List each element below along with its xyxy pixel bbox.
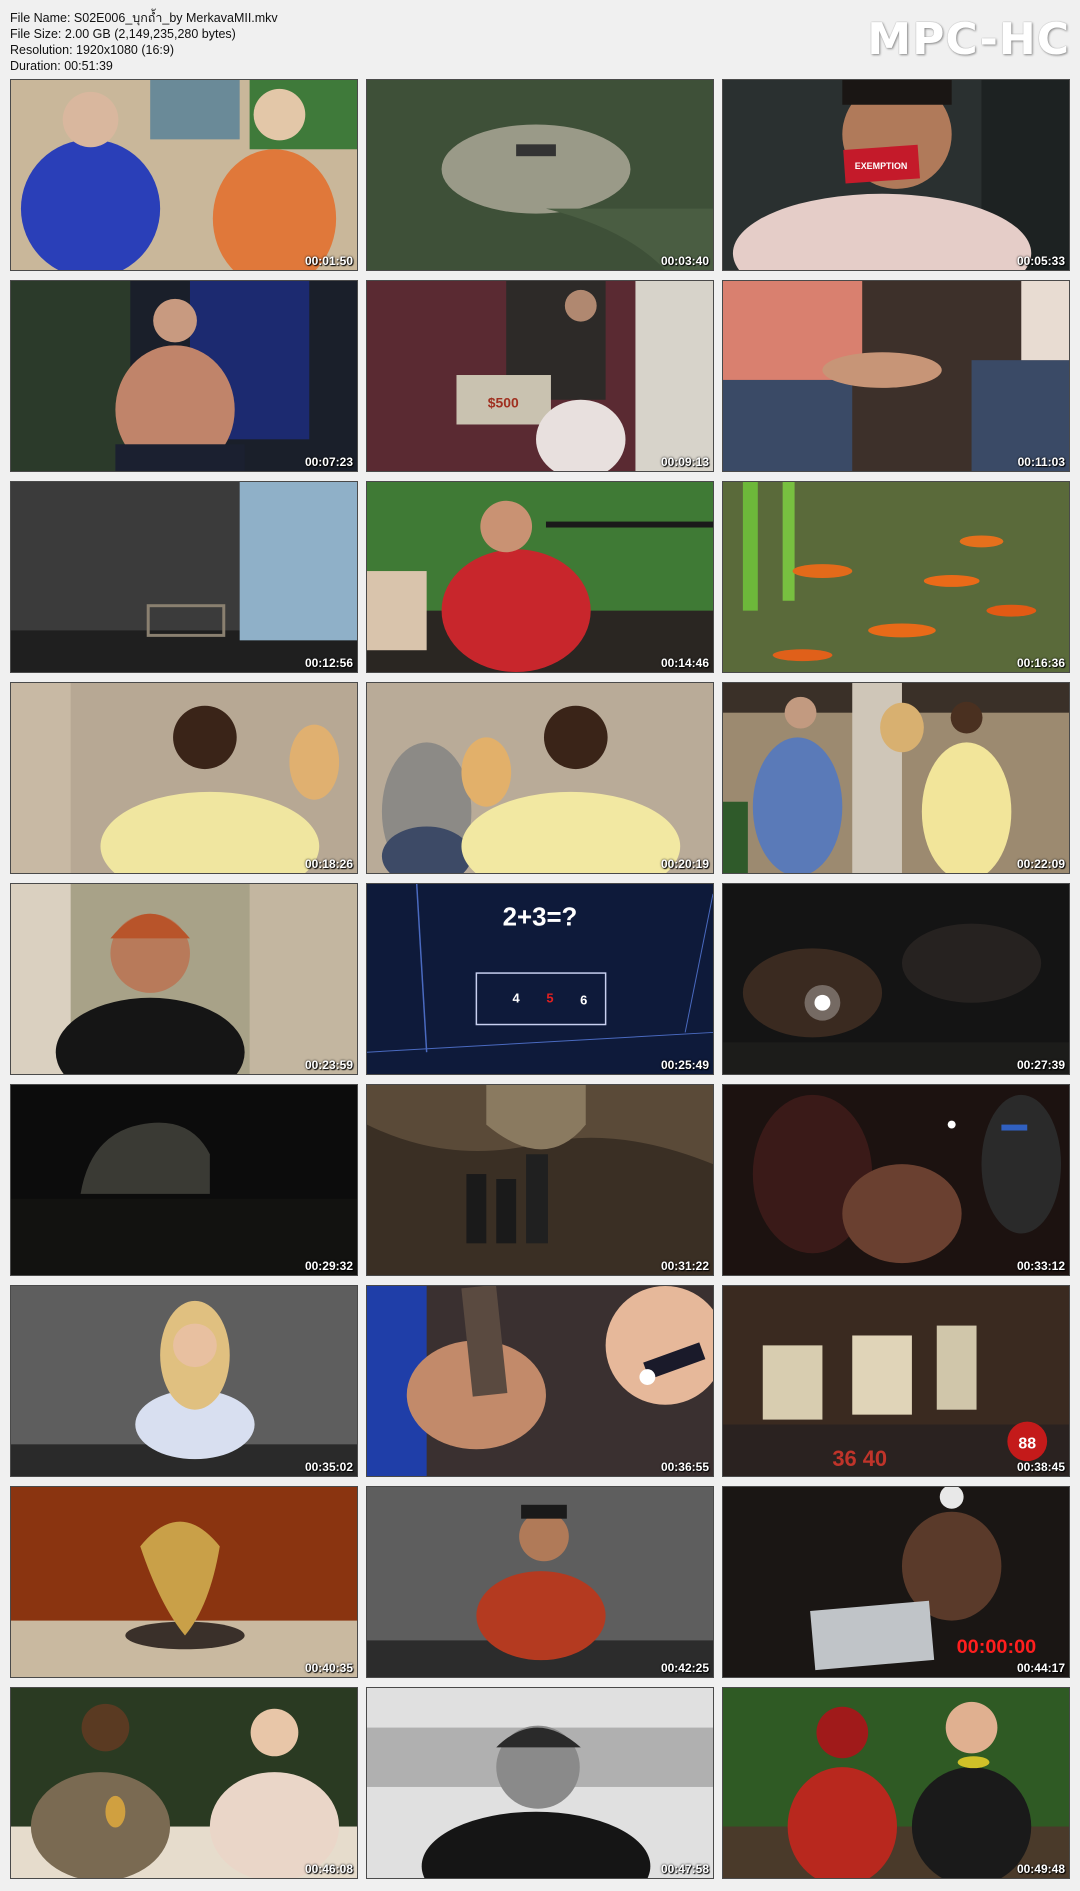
thumbnail-26[interactable]: 00:47:58 bbox=[366, 1687, 714, 1879]
timer-badge: 88 bbox=[1018, 1435, 1036, 1452]
thumbnail-11[interactable]: 00:20:19 bbox=[366, 682, 714, 874]
timestamp: 00:09:13 bbox=[660, 455, 709, 469]
thumbnail-13[interactable]: 00:23:59 bbox=[10, 883, 358, 1075]
timestamp: 00:33:12 bbox=[1016, 1259, 1065, 1273]
timestamp: 00:23:59 bbox=[304, 1058, 353, 1072]
puzzle-text: 2+3=? bbox=[503, 904, 578, 932]
thumbnail-27[interactable]: 00:49:48 bbox=[722, 1687, 1070, 1879]
timestamp: 00:14:46 bbox=[660, 656, 709, 670]
timestamp: 00:11:03 bbox=[1017, 455, 1065, 469]
thumbnail-23[interactable]: 00:42:25 bbox=[366, 1486, 714, 1678]
timestamp: 00:31:22 bbox=[660, 1259, 709, 1273]
thumbnail-1[interactable]: 00:01:50 bbox=[10, 79, 358, 271]
timestamp: 00:07:23 bbox=[304, 455, 353, 469]
thumbnail-3[interactable]: EXEMPTION 00:05:33 bbox=[722, 79, 1070, 271]
timestamp: 00:27:39 bbox=[1016, 1058, 1065, 1072]
timestamp: 00:46:08 bbox=[304, 1862, 353, 1876]
thumbnail-2[interactable]: 00:03:40 bbox=[366, 79, 714, 271]
thumbnail-22[interactable]: 00:40:35 bbox=[10, 1486, 358, 1678]
timestamp: 00:20:19 bbox=[660, 857, 709, 871]
timestamp: 00:47:58 bbox=[660, 1862, 709, 1876]
thumbnail-6[interactable]: 00:11:03 bbox=[722, 280, 1070, 472]
timestamp: 00:29:32 bbox=[304, 1259, 353, 1273]
countdown-text: 00:00:00 bbox=[957, 1636, 1037, 1658]
thumbnail-24[interactable]: 00:00:00 00:44:17 bbox=[722, 1486, 1070, 1678]
timestamp: 00:44:17 bbox=[1016, 1661, 1065, 1675]
timestamp: 00:42:25 bbox=[660, 1661, 709, 1675]
thumbnail-9[interactable]: 00:16:36 bbox=[722, 481, 1070, 673]
timestamp: 00:12:56 bbox=[304, 656, 353, 670]
timestamp: 00:35:02 bbox=[304, 1460, 353, 1474]
timestamp: 00:16:36 bbox=[1016, 656, 1065, 670]
thumbnail-8[interactable]: 00:14:46 bbox=[366, 481, 714, 673]
thumbnail-21[interactable]: 36 40 88 00:38:45 bbox=[722, 1285, 1070, 1477]
thumbnail-10[interactable]: 00:18:26 bbox=[10, 682, 358, 874]
timestamp: 00:40:35 bbox=[304, 1661, 353, 1675]
timestamp: 00:25:49 bbox=[660, 1058, 709, 1072]
thumbnail-17[interactable]: 00:31:22 bbox=[366, 1084, 714, 1276]
engraved-numbers: 36 40 bbox=[832, 1446, 887, 1471]
timestamp: 00:18:26 bbox=[304, 857, 353, 871]
price-text: $500 bbox=[488, 395, 519, 411]
timestamp: 00:01:50 bbox=[304, 254, 353, 268]
thumbnail-20[interactable]: 00:36:55 bbox=[366, 1285, 714, 1477]
thumbnail-12[interactable]: 00:22:09 bbox=[722, 682, 1070, 874]
thumbnail-18[interactable]: 00:33:12 bbox=[722, 1084, 1070, 1276]
timestamp: 00:36:55 bbox=[660, 1460, 709, 1474]
timestamp: 00:03:40 bbox=[660, 254, 709, 268]
timestamp: 00:05:33 bbox=[1016, 254, 1065, 268]
thumbnail-7[interactable]: 00:12:56 bbox=[10, 481, 358, 673]
thumbnail-16[interactable]: 00:29:32 bbox=[10, 1084, 358, 1276]
thumbnail-19[interactable]: 00:35:02 bbox=[10, 1285, 358, 1477]
timestamp: 00:49:48 bbox=[1016, 1862, 1065, 1876]
thumbnail-15[interactable]: 00:27:39 bbox=[722, 883, 1070, 1075]
answer-5: 5 bbox=[546, 991, 553, 1006]
exemption-text: EXEMPTION bbox=[855, 161, 908, 171]
thumbnail-25[interactable]: 00:46:08 bbox=[10, 1687, 358, 1879]
answer-4: 4 bbox=[513, 991, 521, 1006]
thumbnail-grid: 00:01:50 00:03:40 EXEMPTION 00:05:33 00:… bbox=[0, 0, 1080, 1891]
thumbnail-14[interactable]: 2+3=? 4 5 6 00:25:49 bbox=[366, 883, 714, 1075]
answer-6: 6 bbox=[580, 993, 587, 1008]
thumbnail-4[interactable]: 00:07:23 bbox=[10, 280, 358, 472]
thumbnail-5[interactable]: $500 00:09:13 bbox=[366, 280, 714, 472]
timestamp: 00:22:09 bbox=[1016, 857, 1065, 871]
timestamp: 00:38:45 bbox=[1016, 1460, 1065, 1474]
